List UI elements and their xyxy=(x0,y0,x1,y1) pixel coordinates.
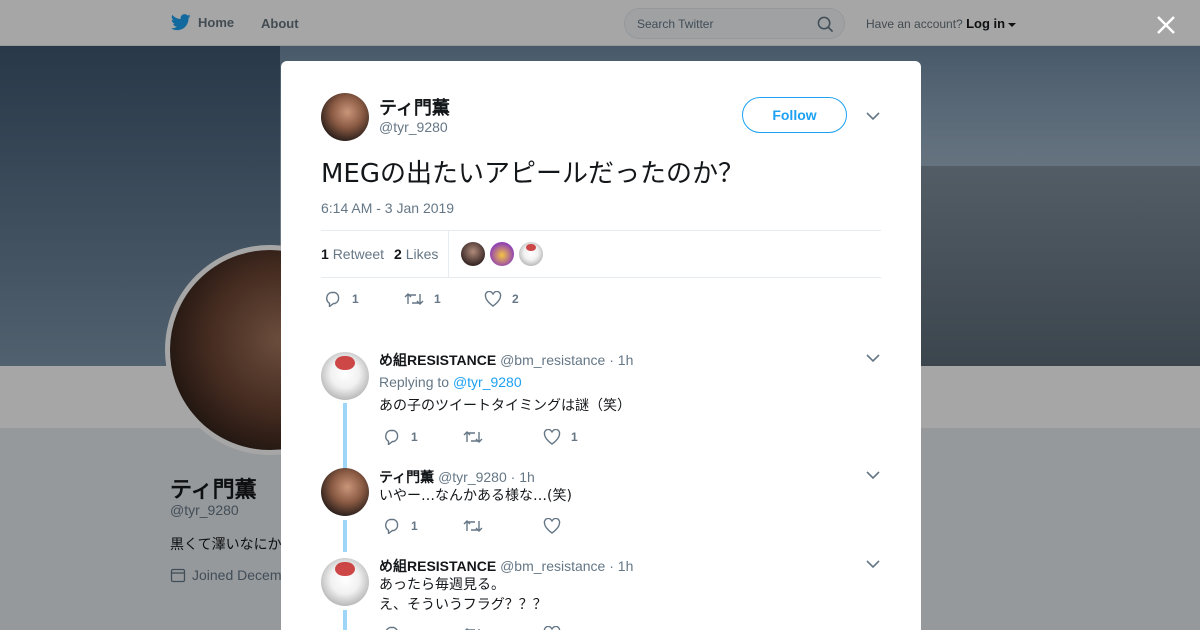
reply-time[interactable]: · 1h xyxy=(511,469,535,485)
reply-time[interactable]: · 1h xyxy=(609,352,633,368)
retweet-icon[interactable] xyxy=(463,519,483,533)
reply-action[interactable]: 1 xyxy=(383,518,463,534)
reply-count: 1 xyxy=(352,292,359,306)
chevron-down-icon[interactable] xyxy=(866,470,880,480)
liker-avatar[interactable] xyxy=(461,242,485,266)
reply-time[interactable]: · 1h xyxy=(609,558,633,574)
chevron-down-icon[interactable] xyxy=(866,353,880,363)
reply-action[interactable]: 1 xyxy=(324,291,404,307)
reply-author-name: ティ門薫 xyxy=(379,469,435,485)
retweet-action[interactable] xyxy=(463,430,543,444)
like-action[interactable]: 2 xyxy=(484,291,519,307)
reply-author[interactable]: め組RESISTANCE @bm_resistance · 1h xyxy=(379,350,633,370)
liker-avatar[interactable] xyxy=(490,242,514,266)
like-action[interactable]: 1 xyxy=(543,429,578,445)
author-handle[interactable]: @tyr_9280 xyxy=(379,119,448,135)
chevron-down-icon[interactable] xyxy=(866,111,880,121)
reply-icon[interactable] xyxy=(324,291,342,307)
like-action[interactable] xyxy=(543,518,571,534)
like-stat-count: 2 xyxy=(394,246,402,262)
retweet-icon[interactable] xyxy=(463,430,483,444)
replying-prefix: Replying to xyxy=(379,374,450,390)
reply-author-handle: @bm_resistance xyxy=(500,352,606,368)
reply-author-handle: @tyr_9280 xyxy=(438,469,507,485)
tweet-text: MEGの出たいアピールだったのか？ xyxy=(321,159,745,189)
like-icon[interactable] xyxy=(543,518,561,534)
thread-line xyxy=(343,520,347,552)
replying-to-link[interactable]: @tyr_9280 xyxy=(453,374,522,390)
reply-author[interactable]: め組RESISTANCE @bm_resistance · 1h xyxy=(379,556,633,576)
chevron-down-icon[interactable] xyxy=(866,559,880,569)
reply-icon[interactable] xyxy=(383,518,401,534)
like-stat-label: Likes xyxy=(405,246,439,262)
reply-author-name: め組RESISTANCE xyxy=(379,558,497,574)
stats-divider xyxy=(448,231,449,278)
reply-actions: 1 xyxy=(383,518,571,534)
reply-icon[interactable] xyxy=(383,429,401,445)
retweet-count: 1 xyxy=(434,292,441,306)
reply-author[interactable]: ティ門薫 @tyr_9280 · 1h xyxy=(379,467,535,487)
reply-text: あの子のツイートタイミングは謎（笑） xyxy=(379,398,631,414)
reply-action[interactable]: 1 xyxy=(383,429,463,445)
reply-action[interactable] xyxy=(383,626,463,630)
tweet-stats: 1 Retweet 2 Likes xyxy=(321,230,881,278)
reply-author-name: め組RESISTANCE xyxy=(379,352,497,368)
retweet-stat[interactable]: 1 Retweet xyxy=(321,246,384,262)
retweet-action[interactable] xyxy=(463,519,543,533)
author-avatar[interactable] xyxy=(321,93,369,141)
thread-line xyxy=(343,610,347,630)
retweet-stat-count: 1 xyxy=(321,246,329,262)
like-icon[interactable] xyxy=(543,429,561,445)
reply-text: え、そういうフラグ？？？ xyxy=(379,597,547,613)
reply-count: 1 xyxy=(411,519,418,533)
like-count: 1 xyxy=(571,430,578,444)
reply-avatar[interactable] xyxy=(321,558,369,606)
liker-avatar[interactable] xyxy=(519,242,543,266)
reply-count: 1 xyxy=(411,430,418,444)
like-icon[interactable] xyxy=(484,291,502,307)
like-action[interactable] xyxy=(543,626,571,630)
like-stat[interactable]: 2 Likes xyxy=(394,246,438,262)
like-icon[interactable] xyxy=(543,626,561,630)
reply-text: あったら毎週見る。 xyxy=(379,577,505,593)
reply-actions: 1 1 xyxy=(383,429,578,445)
follow-button[interactable]: Follow xyxy=(742,97,847,133)
like-count: 2 xyxy=(512,292,519,306)
reply-text: いやー…なんかある様な…(笑) xyxy=(379,488,572,504)
tweet-modal: ティ門薫 @tyr_9280 Follow MEGの出たいアピールだったのか？ … xyxy=(281,61,921,630)
reply-icon[interactable] xyxy=(383,626,401,630)
retweet-icon[interactable] xyxy=(404,292,424,306)
replying-to: Replying to @tyr_9280 xyxy=(379,374,522,390)
author-name[interactable]: ティ門薫 xyxy=(379,94,450,120)
retweet-action[interactable]: 1 xyxy=(404,292,484,306)
reply-actions xyxy=(383,626,571,630)
tweet-timestamp[interactable]: 6:14 AM - 3 Jan 2019 xyxy=(321,200,454,216)
close-icon[interactable] xyxy=(1153,12,1179,38)
reply-avatar[interactable] xyxy=(321,352,369,400)
reply-avatar[interactable] xyxy=(321,468,369,516)
reply-author-handle: @bm_resistance xyxy=(500,558,606,574)
retweet-stat-label: Retweet xyxy=(332,246,385,262)
tweet-actions: 1 1 2 xyxy=(324,291,519,307)
